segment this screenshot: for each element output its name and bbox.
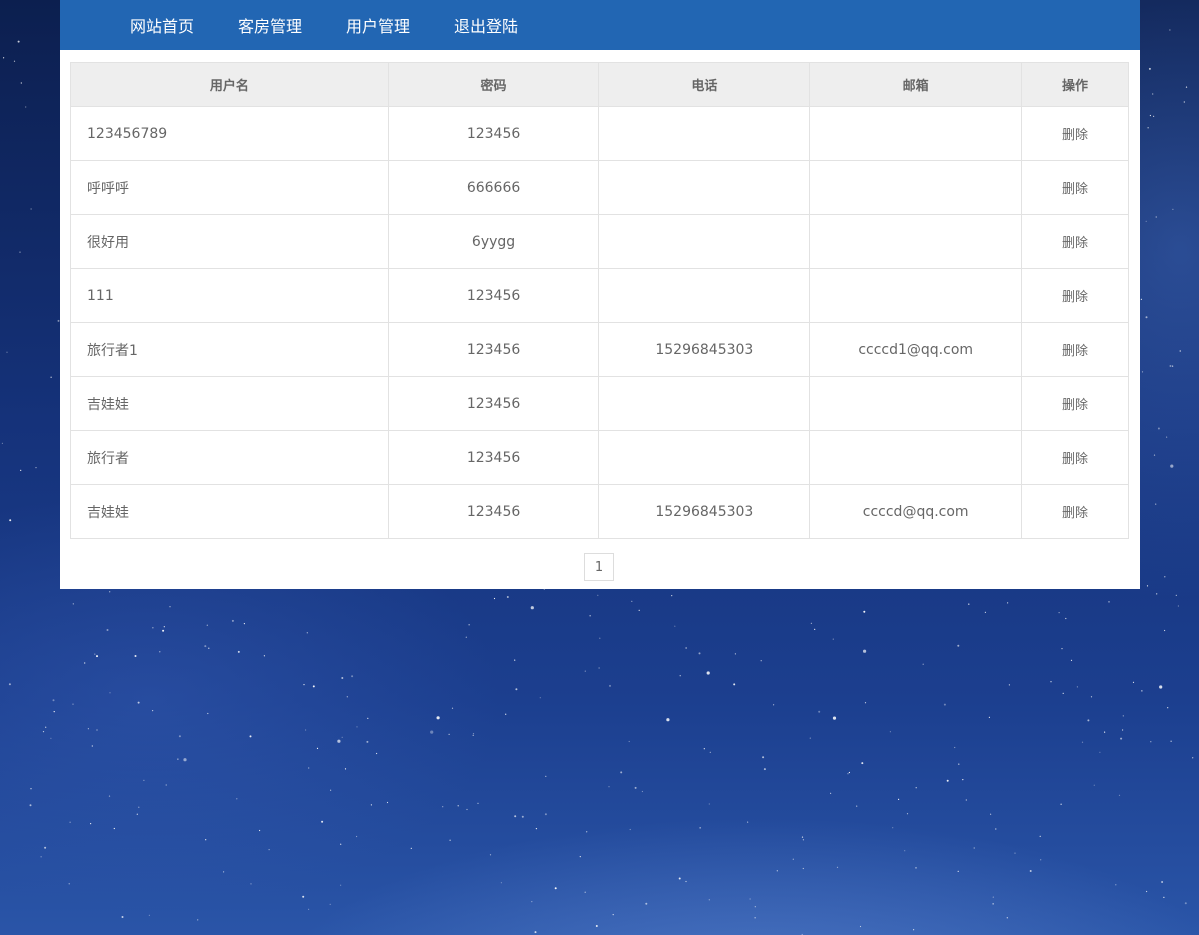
cell-phone: [598, 268, 811, 323]
cell-password: 123456: [387, 376, 600, 431]
cell-email: [809, 268, 1023, 323]
header-phone: 电话: [598, 62, 811, 107]
content-panel: 网站首页 客房管理 用户管理 退出登陆 用户名 密码 电话 邮箱 操作 1234…: [60, 0, 1140, 589]
nav-item-logout[interactable]: 退出登陆: [454, 13, 518, 37]
user-table: 用户名 密码 电话 邮箱 操作 123456789 123456 删除 呼呼呼 …: [70, 62, 1129, 539]
delete-button[interactable]: 删除: [1062, 506, 1088, 521]
delete-button[interactable]: 删除: [1062, 398, 1088, 413]
cell-email: [809, 214, 1023, 269]
table-row: 旅行者1 123456 15296845303 ccccd1@qq.com 删除: [70, 322, 1129, 377]
cell-action: 删除: [1021, 106, 1129, 161]
cell-phone: 15296845303: [598, 322, 811, 377]
cell-action: 删除: [1021, 268, 1129, 323]
delete-button[interactable]: 删除: [1062, 452, 1088, 467]
cell-email: [809, 430, 1023, 485]
cell-email: [809, 106, 1023, 161]
cell-password: 123456: [387, 322, 600, 377]
cell-username: 111: [70, 268, 389, 323]
cell-password: 123456: [387, 484, 600, 539]
nav-item-room-management[interactable]: 客房管理: [238, 13, 302, 37]
cell-password: 666666: [387, 160, 600, 215]
cell-username: 旅行者: [70, 430, 389, 485]
cell-action: 删除: [1021, 430, 1129, 485]
cell-phone: [598, 214, 811, 269]
cell-action: 删除: [1021, 160, 1129, 215]
table-row: 吉娃娃 123456 删除: [70, 376, 1129, 431]
delete-button[interactable]: 删除: [1062, 290, 1088, 305]
cell-email: [809, 160, 1023, 215]
cell-username: 旅行者1: [70, 322, 389, 377]
cell-username: 呼呼呼: [70, 160, 389, 215]
cell-email: ccccd1@qq.com: [809, 322, 1023, 377]
cell-password: 6yygg: [387, 214, 600, 269]
top-navbar: 网站首页 客房管理 用户管理 退出登陆: [60, 0, 1140, 50]
header-password: 密码: [387, 62, 600, 107]
cell-action: 删除: [1021, 214, 1129, 269]
cell-password: 123456: [387, 430, 600, 485]
table-row: 111 123456 删除: [70, 268, 1129, 323]
cell-password: 123456: [387, 106, 600, 161]
cell-phone: [598, 430, 811, 485]
cell-username: 很好用: [70, 214, 389, 269]
cell-password: 123456: [387, 268, 600, 323]
cell-username: 123456789: [70, 106, 389, 161]
delete-button[interactable]: 删除: [1062, 182, 1088, 197]
header-email: 邮箱: [809, 62, 1023, 107]
table-row: 呼呼呼 666666 删除: [70, 160, 1129, 215]
pagination-page-button[interactable]: 1: [584, 553, 614, 581]
table-row: 123456789 123456 删除: [70, 106, 1129, 161]
delete-button[interactable]: 删除: [1062, 236, 1088, 251]
cell-email: [809, 376, 1023, 431]
table-row: 吉娃娃 123456 15296845303 ccccd@qq.com 删除: [70, 484, 1129, 539]
delete-button[interactable]: 删除: [1062, 128, 1088, 143]
header-action: 操作: [1021, 62, 1129, 107]
header-username: 用户名: [70, 62, 389, 107]
cell-phone: [598, 376, 811, 431]
cell-phone: [598, 106, 811, 161]
nav-item-user-management[interactable]: 用户管理: [346, 13, 410, 37]
cell-username: 吉娃娃: [70, 376, 389, 431]
delete-button[interactable]: 删除: [1062, 344, 1088, 359]
cell-action: 删除: [1021, 484, 1129, 539]
cell-username: 吉娃娃: [70, 484, 389, 539]
cell-phone: [598, 160, 811, 215]
table-header-row: 用户名 密码 电话 邮箱 操作: [70, 62, 1129, 107]
cell-phone: 15296845303: [598, 484, 811, 539]
nav-item-home[interactable]: 网站首页: [130, 13, 194, 37]
cell-action: 删除: [1021, 376, 1129, 431]
cell-email: ccccd@qq.com: [809, 484, 1023, 539]
table-row: 很好用 6yygg 删除: [70, 214, 1129, 269]
table-row: 旅行者 123456 删除: [70, 430, 1129, 485]
cell-action: 删除: [1021, 322, 1129, 377]
